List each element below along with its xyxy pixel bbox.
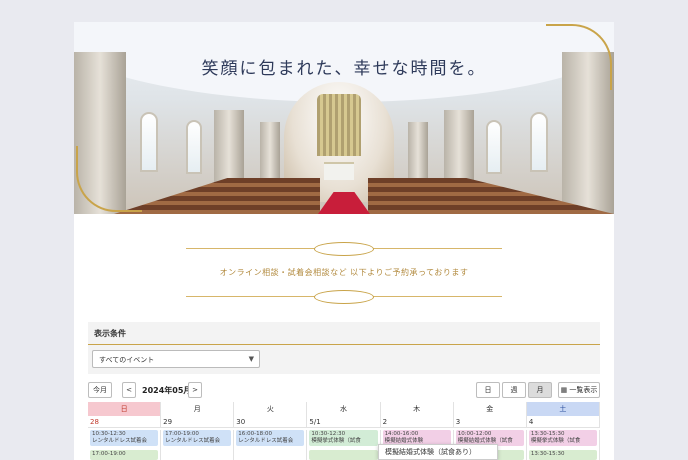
calendar-event[interactable]: 17:00-19:00 レンタルドレス試着会 [163,430,232,446]
page-container: 笑顔に包まれた、幸せな時間を。 オンライン相談・試着会相談など 以下よりご予約承… [74,22,614,460]
pews-left [114,178,320,214]
event-filter-value: すべてのイベント [99,356,155,364]
month-title: 2024年05月 [142,386,192,395]
weekday-label: 水 [307,402,381,416]
date-cell[interactable]: 30 [234,416,308,428]
chapel-window [486,120,502,174]
filter-panel: 表示条件 すべてのイベント ▼ [88,322,600,374]
event-time: 17:00-19:00 [165,431,199,437]
chapel-window [140,112,158,172]
chevron-down-icon: ▼ [248,355,254,363]
weekday-label: 月 [161,402,235,416]
event-title: レンタルドレス試着会 [165,438,221,444]
month-calendar: 日 月 火 水 木 金 土 28 29 30 5/1 2 3 4 10:30-1… [88,402,600,460]
weekday-label: 土 [526,402,600,416]
tooltip-text: 模擬結婚式体験（試食あり） [385,448,476,456]
filter-label: 表示条件 [94,329,126,338]
event-row: 10:30-12:30 レンタルドレス試着会 17:00-19:00 17:00… [88,430,600,460]
list-view-button[interactable]: ▦ 一覧表示 [558,382,600,398]
date-cell[interactable]: 28 [88,416,162,428]
weekday-header: 日 月 火 水 木 金 土 [88,402,600,416]
gold-divider-ornament-icon [186,290,502,304]
event-time: 13:30-15:30 [530,451,565,457]
event-title: レンタルドレス試着会 [92,438,148,444]
event-filter-select[interactable]: すべてのイベント ▼ [92,350,260,368]
reservation-notice: オンライン相談・試着会相談など 以下よりご予約承っております [219,268,469,277]
event-time: 13:30-15:30 [530,431,565,437]
list-icon: ▦ [560,386,568,394]
date-row: 28 29 30 5/1 2 3 4 [88,416,600,428]
event-tooltip: 模擬結婚式体験（試食あり） [378,444,498,460]
date-cell[interactable]: 29 [161,416,235,428]
calendar-event[interactable]: 17:00-19:00 [90,450,159,460]
hero-banner: 笑顔に包まれた、幸せな時間を。 [74,22,614,214]
event-title: レンタルドレス試着会 [238,438,294,444]
next-month-button[interactable]: > [188,382,202,398]
altar [324,162,354,180]
day-view-button[interactable]: 日 [476,382,500,398]
chapel-window [530,112,548,172]
date-cell[interactable]: 4 [526,416,600,428]
event-time: 10:30-12:30 [92,431,126,437]
current-month-button[interactable]: 今月 [88,382,112,398]
chapel-pillar [408,122,428,186]
date-cell[interactable]: 3 [453,416,527,428]
weekday-label: 金 [454,402,527,416]
week-view-button[interactable]: 週 [502,382,526,398]
month-view-button[interactable]: 月 [528,382,552,398]
date-cell[interactable]: 2 [380,416,454,428]
event-time: 10:00-12:00 [457,431,492,437]
weekday-label: 日 [88,402,162,416]
list-view-label: 一覧表示 [569,386,598,394]
event-time: 14:00-16:00 [384,431,419,437]
event-title: 模擬挙式体験（試食 [311,438,361,444]
filter-divider [88,344,600,345]
pipe-organ [317,94,361,156]
calendar-event[interactable] [309,450,378,460]
calendar-event[interactable]: 13:30-15:30 [528,450,597,460]
prev-month-button[interactable]: < [122,382,136,398]
calendar-event[interactable]: 16:00-18:00 レンタルドレス試着会 [236,430,305,446]
hero-tagline: 笑顔に包まれた、幸せな時間を。 [201,59,487,79]
event-title: 模擬挙式体験（試食 [530,438,581,444]
date-cell[interactable]: 5/1 [307,416,381,428]
calendar-event[interactable]: 10:30-12:30 模擬挙式体験（試食 [309,430,378,446]
weekday-label: 木 [381,402,454,416]
gold-divider-ornament-icon [186,242,502,256]
event-time: 16:00-18:00 [238,431,272,437]
weekday-label: 火 [234,402,308,416]
event-time: 17:00-19:00 [92,451,126,457]
calendar-event[interactable]: 10:30-12:30 レンタルドレス試着会 [90,430,159,446]
calendar-event[interactable]: 13:30-15:30 模擬挙式体験（試食 [528,430,597,446]
chapel-window [186,120,202,174]
chapel-pillar [260,122,280,186]
event-time: 10:30-12:30 [311,431,346,437]
